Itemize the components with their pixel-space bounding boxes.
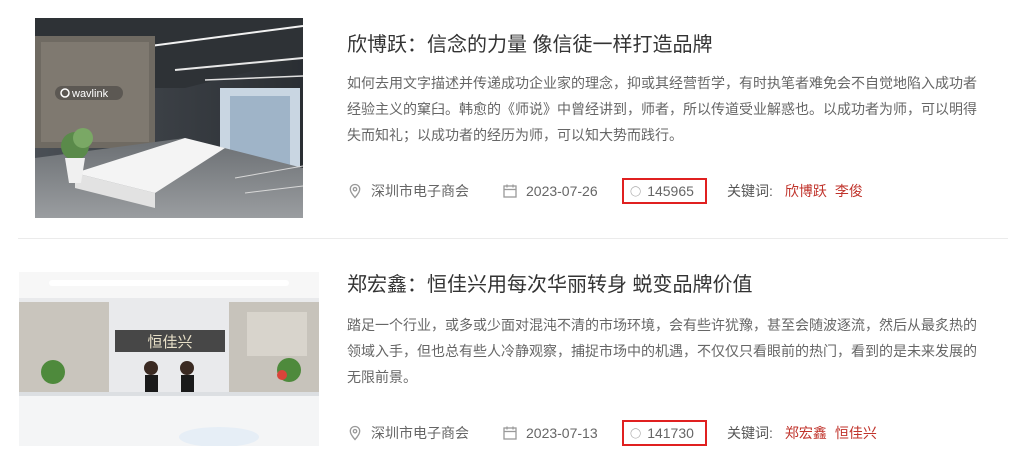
calendar-icon <box>503 426 517 440</box>
publish-date: 2023-07-13 <box>526 425 598 441</box>
source-info: 深圳市电子商会 <box>347 423 502 443</box>
reception-photo: 恒佳兴 <box>19 272 319 446</box>
article-summary: 踏足一个行业，或多或少面对混沌不清的市场环境，会有些许犹豫，甚至会随波逐流，然后… <box>347 317 977 385</box>
keywords-label: 关键词: <box>727 425 773 441</box>
article-title[interactable]: 欣博跃：信念的力量 像信徒一样打造品牌 <box>347 28 713 57</box>
image-logo-text: wavlink <box>71 88 109 100</box>
article-item[interactable]: 恒佳兴 郑宏鑫：恒佳兴用每次华丽转身 蜕变品牌价值 踏足一个行业，或多或少面对混… <box>0 240 1026 472</box>
date-info: 2023-07-13 <box>502 425 622 441</box>
date-info: 2023-07-26 <box>502 183 622 199</box>
keyword-link[interactable]: 郑宏鑫 <box>785 423 827 443</box>
view-count: 145965 <box>647 183 694 199</box>
article-item[interactable]: wavlink 欣博跃：信念的力量 像信徒一样打造品牌 如何去用文字描述并传递成… <box>0 0 1026 240</box>
source-label: 深圳市电子商会 <box>371 183 469 199</box>
calendar-icon <box>503 184 517 198</box>
keywords-label: 关键词: <box>727 183 773 199</box>
article-meta: 深圳市电子商会 2023-07-26 ◯ 145965 关键词: 欣博跃 李俊 <box>347 178 863 204</box>
view-count-box: ◯ 141730 <box>622 420 707 446</box>
image-logo-text: 恒佳兴 <box>147 333 192 351</box>
keyword-link[interactable]: 恒佳兴 <box>835 423 877 443</box>
location-pin-icon <box>349 183 361 199</box>
article-thumbnail[interactable]: wavlink <box>35 18 303 218</box>
source-info: 深圳市电子商会 <box>347 181 502 201</box>
location-pin-icon <box>349 425 361 441</box>
article-divider <box>18 238 1008 239</box>
article-thumbnail[interactable]: 恒佳兴 <box>19 272 319 446</box>
eye-icon: ◯ <box>630 427 642 439</box>
keyword-link[interactable]: 李俊 <box>835 181 863 201</box>
office-lobby-photo: wavlink <box>35 18 303 218</box>
article-summary: 如何去用文字描述并传递成功企业家的理念，抑或其经营哲学，有时执笔者难免会不自觉地… <box>347 75 977 143</box>
article-title[interactable]: 郑宏鑫：恒佳兴用每次华丽转身 蜕变品牌价值 <box>347 268 753 297</box>
keyword-link[interactable]: 欣博跃 <box>785 181 827 201</box>
eye-icon: ◯ <box>630 185 642 197</box>
view-count-box: ◯ 145965 <box>622 178 707 204</box>
source-label: 深圳市电子商会 <box>371 425 469 441</box>
publish-date: 2023-07-26 <box>526 183 598 199</box>
article-meta: 深圳市电子商会 2023-07-13 ◯ 141730 关键词: 郑宏鑫 恒佳兴 <box>347 420 877 446</box>
view-count: 141730 <box>647 425 694 441</box>
